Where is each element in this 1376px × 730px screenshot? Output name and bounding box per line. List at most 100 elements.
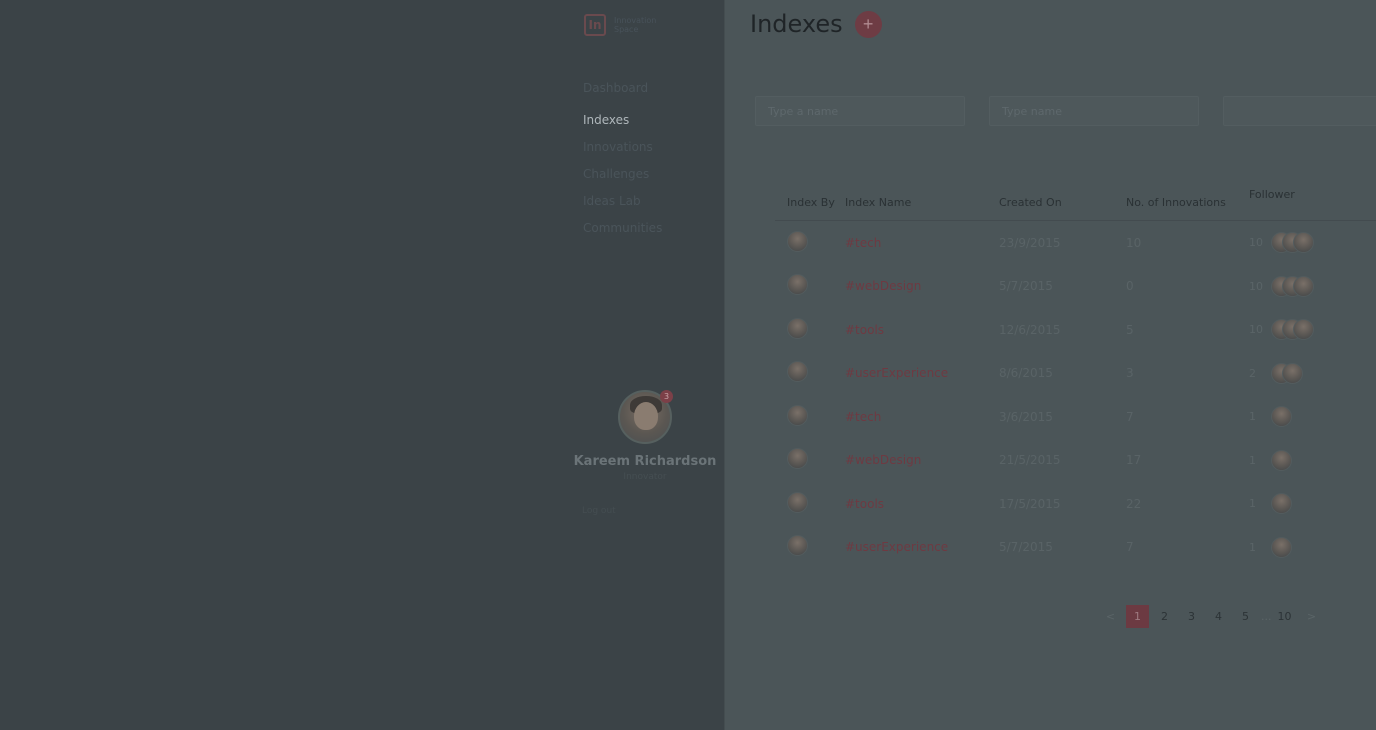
profile-role: Innovator bbox=[623, 472, 667, 482]
table-row[interactable]: #userExperience 5/7/2015 7 1 bbox=[775, 526, 1376, 570]
follower-avatars[interactable] bbox=[1271, 275, 1314, 297]
third-filter-input[interactable] bbox=[1223, 96, 1376, 126]
name-search-input[interactable] bbox=[755, 96, 965, 126]
user-profile: 3 Kareem Richardson Innovator Log out bbox=[574, 390, 716, 516]
header-innovations[interactable]: No. of Innovations bbox=[1126, 180, 1249, 220]
page-2-button[interactable]: 2 bbox=[1153, 605, 1176, 628]
pagination-ellipsis: ... bbox=[1261, 610, 1272, 623]
innovation-count: 3 bbox=[1126, 366, 1134, 381]
page-header: Indexes + bbox=[750, 10, 882, 38]
notification-badge[interactable]: 3 bbox=[660, 390, 673, 403]
avatar[interactable]: 3 bbox=[618, 390, 673, 444]
follower-count: 1 bbox=[1249, 453, 1256, 467]
page-title: Indexes bbox=[750, 10, 843, 38]
page-5-button[interactable]: 5 bbox=[1234, 605, 1257, 628]
created-date: 5/7/2015 bbox=[999, 540, 1053, 555]
innovation-count: 0 bbox=[1126, 279, 1134, 294]
created-date: 8/6/2015 bbox=[999, 366, 1053, 381]
pagination: < 1 2 3 4 5 ... 10 > bbox=[1099, 605, 1323, 628]
index-name-link[interactable]: #webDesign bbox=[845, 279, 999, 293]
next-page-button[interactable]: > bbox=[1300, 605, 1323, 628]
avatar[interactable] bbox=[787, 317, 808, 339]
avatar[interactable] bbox=[1271, 406, 1292, 428]
follower-count: 10 bbox=[1249, 323, 1263, 337]
avatar[interactable] bbox=[787, 448, 808, 470]
header-index-name[interactable]: Index Name bbox=[845, 180, 999, 220]
page-3-button[interactable]: 3 bbox=[1180, 605, 1203, 628]
page-4-button[interactable]: 4 bbox=[1207, 605, 1230, 628]
follower-count: 1 bbox=[1249, 540, 1256, 554]
logout-link[interactable]: Log out bbox=[582, 506, 616, 516]
innovation-count: 5 bbox=[1126, 322, 1134, 337]
avatar[interactable] bbox=[787, 535, 808, 557]
follower-count: 10 bbox=[1249, 279, 1263, 293]
table-row[interactable]: #tools 17/5/2015 22 1 bbox=[775, 482, 1376, 526]
follower-avatars[interactable] bbox=[1271, 536, 1292, 558]
table-header: Index By Index Name Created On No. of In… bbox=[775, 180, 1376, 221]
created-date: 3/6/2015 bbox=[999, 409, 1053, 424]
avatar[interactable] bbox=[1293, 319, 1314, 341]
avatar[interactable] bbox=[787, 274, 808, 296]
avatar[interactable] bbox=[1293, 275, 1314, 297]
innovation-count: 22 bbox=[1126, 496, 1142, 511]
filter-bar bbox=[755, 96, 1376, 126]
follower-avatars[interactable] bbox=[1271, 449, 1292, 471]
profile-name: Kareem Richardson bbox=[573, 454, 717, 469]
table-row[interactable]: #tech 3/6/2015 7 1 bbox=[775, 395, 1376, 439]
follower-count: 1 bbox=[1249, 497, 1256, 511]
index-name-link[interactable]: #tech bbox=[845, 236, 999, 250]
header-created-on[interactable]: Created On bbox=[999, 180, 1126, 220]
page-10-button[interactable]: 10 bbox=[1273, 605, 1296, 628]
avatar[interactable] bbox=[1271, 536, 1292, 558]
avatar[interactable] bbox=[1282, 362, 1303, 384]
index-name-link[interactable]: #userExperience bbox=[845, 540, 999, 554]
index-name-link[interactable]: #tech bbox=[845, 410, 999, 424]
brand-text: Innovation Space bbox=[614, 16, 656, 34]
table-row[interactable]: #tools 12/6/2015 5 10 bbox=[775, 308, 1376, 352]
avatar[interactable] bbox=[787, 491, 808, 513]
header-index-by[interactable]: Index By bbox=[775, 180, 845, 220]
index-search-input[interactable] bbox=[989, 96, 1199, 126]
follower-avatars[interactable] bbox=[1271, 493, 1292, 515]
index-name-link[interactable]: #tools bbox=[845, 323, 999, 337]
table-row[interactable]: #webDesign 5/7/2015 0 10 bbox=[775, 265, 1376, 309]
table-row[interactable]: #webDesign 21/5/2015 17 1 bbox=[775, 439, 1376, 483]
brand-line-2: Space bbox=[614, 25, 639, 34]
avatar[interactable] bbox=[787, 230, 808, 252]
avatar-face bbox=[634, 402, 658, 430]
avatar[interactable] bbox=[1271, 449, 1292, 471]
sidebar-item-indexes[interactable]: Indexes bbox=[583, 112, 662, 139]
add-index-button[interactable]: + bbox=[854, 10, 882, 38]
avatar[interactable] bbox=[1293, 232, 1314, 254]
index-name-link[interactable]: #webDesign bbox=[845, 453, 999, 467]
follower-count: 1 bbox=[1249, 410, 1256, 424]
brand-line-1: Innovation bbox=[614, 16, 657, 25]
page-1-button[interactable]: 1 bbox=[1126, 605, 1149, 628]
sidebar-item-communities[interactable]: Communities bbox=[583, 220, 662, 247]
table-row[interactable]: #tech 23/9/2015 10 10 bbox=[775, 221, 1376, 265]
header-follower[interactable]: Follower bbox=[1249, 180, 1376, 220]
avatar[interactable] bbox=[1271, 493, 1292, 515]
table-row[interactable]: #userExperience 8/6/2015 3 2 bbox=[775, 352, 1376, 396]
sidebar-nav: Dashboard Indexes Innovations Challenges… bbox=[583, 80, 662, 247]
indexes-table: Index By Index Name Created On No. of In… bbox=[775, 180, 1376, 569]
avatar[interactable] bbox=[787, 361, 808, 383]
created-date: 23/9/2015 bbox=[999, 235, 1061, 250]
brand[interactable]: In Innovation Space bbox=[584, 14, 656, 36]
follower-avatars[interactable] bbox=[1271, 232, 1314, 254]
follower-avatars[interactable] bbox=[1271, 406, 1292, 428]
main-content: Indexes + Index By Index Name Created On… bbox=[724, 0, 1376, 730]
innovation-count: 17 bbox=[1126, 453, 1142, 468]
sidebar-item-ideas-lab[interactable]: Ideas Lab bbox=[583, 193, 662, 220]
sidebar-item-dashboard[interactable]: Dashboard bbox=[583, 80, 662, 107]
follower-avatars[interactable] bbox=[1271, 362, 1303, 384]
index-name-link[interactable]: #userExperience bbox=[845, 366, 999, 380]
innovation-count: 7 bbox=[1126, 409, 1134, 424]
follower-avatars[interactable] bbox=[1271, 319, 1314, 341]
sidebar-item-innovations[interactable]: Innovations bbox=[583, 139, 662, 166]
prev-page-button[interactable]: < bbox=[1099, 605, 1122, 628]
index-name-link[interactable]: #tools bbox=[845, 497, 999, 511]
sidebar: In Innovation Space Dashboard Indexes In… bbox=[0, 0, 724, 730]
sidebar-item-challenges[interactable]: Challenges bbox=[583, 166, 662, 193]
avatar[interactable] bbox=[787, 404, 808, 426]
